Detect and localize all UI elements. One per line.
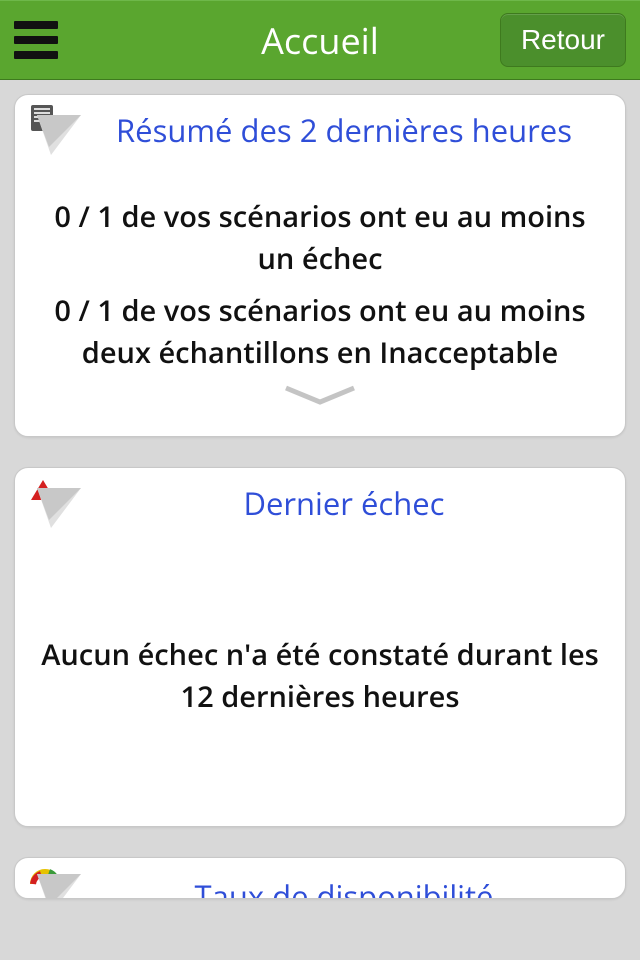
card-body: 0 / 1 de vos scénarios ont eu au moins u… bbox=[37, 196, 603, 374]
summary-card[interactable]: Résumé des 2 dernières heures 0 / 1 de v… bbox=[14, 94, 626, 437]
last-failure-card[interactable]: Dernier échec Aucun échec n'a été consta… bbox=[14, 467, 626, 827]
card-title: Résumé des 2 dernières heures bbox=[85, 113, 603, 150]
document-fold-icon bbox=[29, 105, 81, 157]
app-header: Accueil Retour bbox=[0, 0, 640, 80]
card-title: Taux de disponibilité bbox=[85, 876, 603, 899]
summary-line-1: 0 / 1 de vos scénarios ont eu au moins u… bbox=[37, 196, 603, 280]
card-body: Aucun échec n'a été constaté durant les … bbox=[37, 634, 603, 718]
menu-icon bbox=[14, 21, 58, 29]
back-button[interactable]: Retour bbox=[500, 13, 626, 67]
alert-fold-icon bbox=[29, 478, 81, 530]
summary-line-2: 0 / 1 de vos scénarios ont eu au moins d… bbox=[37, 290, 603, 374]
failure-line-1: Aucun échec n'a été constaté durant les … bbox=[37, 634, 603, 718]
availability-card[interactable]: Taux de disponibilité bbox=[14, 857, 626, 899]
gauge-fold-icon bbox=[29, 864, 81, 899]
card-title: Dernier échec bbox=[85, 486, 603, 523]
menu-button[interactable] bbox=[14, 16, 62, 64]
content-area: Résumé des 2 dernières heures 0 / 1 de v… bbox=[0, 80, 640, 960]
chevron-down-icon bbox=[280, 384, 360, 406]
